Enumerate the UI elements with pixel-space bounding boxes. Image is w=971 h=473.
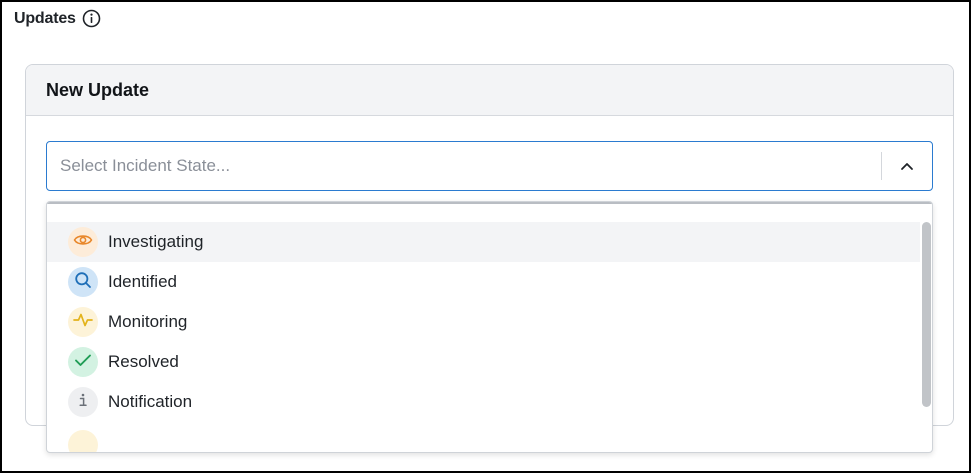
menu-item-label: Investigating [108, 232, 204, 251]
menu-list: Investigating Identified Monitoring Reso… [47, 222, 920, 422]
menu-item-notification[interactable]: Notification [47, 382, 920, 422]
menu-top-border [47, 202, 932, 204]
menu-item-monitoring[interactable]: Monitoring [47, 302, 920, 342]
chevron-up-icon[interactable] [882, 142, 932, 190]
section-title: Updates [14, 9, 76, 27]
notification-badge [68, 387, 98, 417]
incident-state-menu: Investigating Identified Monitoring Reso… [46, 201, 933, 453]
pulse-icon [73, 312, 93, 333]
monitoring-badge [68, 307, 98, 337]
menu-item-label: Notification [108, 392, 193, 411]
identified-badge [68, 267, 98, 297]
menu-item-label: Resolved [108, 352, 179, 371]
menu-item-label: Monitoring [108, 312, 188, 331]
resolved-badge [68, 347, 98, 377]
menu-item-resolved[interactable]: Resolved [47, 342, 920, 382]
menu-item-label: Identified [108, 272, 177, 291]
menu-scrollbar[interactable] [922, 222, 931, 407]
card-header: New Update [26, 65, 953, 116]
select-placeholder: Select Incident State... [60, 156, 231, 175]
menu-item-investigating[interactable]: Investigating [47, 222, 920, 262]
card-title: New Update [46, 79, 150, 100]
info-letter-icon [77, 392, 89, 413]
search-icon [74, 271, 92, 294]
app-frame: Updates New Update Select Incident State… [0, 0, 971, 473]
investigating-badge [68, 227, 98, 257]
info-icon[interactable] [82, 9, 101, 28]
menu-item-identified[interactable]: Identified [47, 262, 920, 302]
next-item-badge-partial [68, 430, 98, 452]
check-icon [74, 353, 92, 372]
incident-state-select[interactable]: Select Incident State... [46, 141, 933, 191]
eye-icon [73, 233, 93, 252]
section-header: Updates [14, 9, 101, 28]
